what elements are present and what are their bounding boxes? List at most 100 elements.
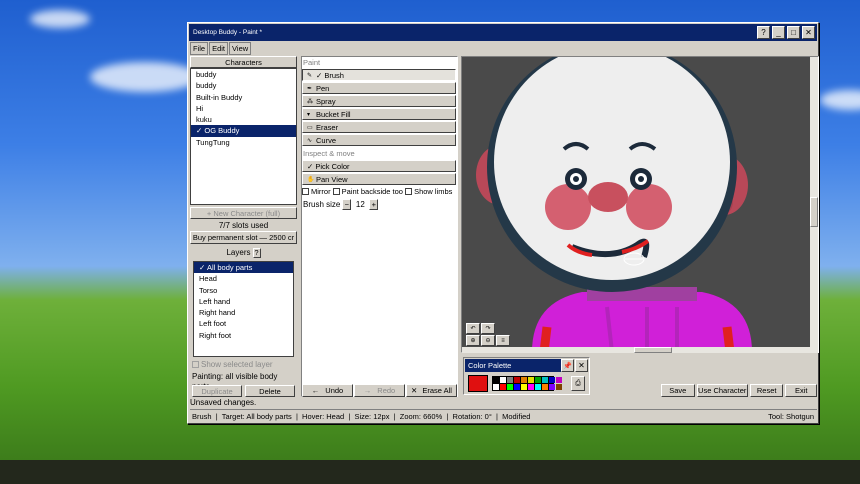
palette-swatch[interactable] <box>500 384 506 390</box>
palette-swatch[interactable] <box>549 377 555 383</box>
character-item[interactable]: buddy <box>191 69 296 80</box>
erase-all-button[interactable]: ✕ Erase All <box>406 384 457 397</box>
palette-swatch-grid[interactable] <box>492 376 562 391</box>
use-character-button[interactable]: Use Character <box>696 384 748 397</box>
character-item[interactable]: kuku <box>191 114 296 125</box>
character-item[interactable]: TungTung <box>191 137 296 148</box>
zoom-in-icon[interactable]: ⊕ <box>466 335 480 346</box>
palette-swatch[interactable] <box>514 377 520 383</box>
palette-swatch[interactable] <box>493 377 499 383</box>
palette-close-icon[interactable]: ✕ <box>575 359 588 372</box>
vertical-scroll-thumb[interactable] <box>810 197 818 227</box>
paint-canvas[interactable]: ↶ ↷ ⊕ ⊖ ≡ <box>461 56 819 353</box>
delete-layer-button[interactable]: Delete <box>245 385 295 397</box>
close-button[interactable]: ✕ <box>802 26 815 39</box>
palette-swatch[interactable] <box>500 377 506 383</box>
palette-swatch[interactable] <box>542 384 548 390</box>
rotate-left-icon[interactable]: ↶ <box>466 323 480 334</box>
status-text: Brush | Target: All body parts | Hover: … <box>192 412 531 421</box>
tool-pan-view[interactable]: ✋ Pan View <box>302 173 456 185</box>
printer-icon[interactable]: ⎙ <box>571 376 585 391</box>
palette-swatch[interactable] <box>507 377 513 383</box>
tool-curve[interactable]: ∿ Curve <box>302 134 456 146</box>
reset-view-icon[interactable]: ≡ <box>496 335 510 346</box>
tool-label: Eraser <box>316 122 339 132</box>
palette-swatch[interactable] <box>556 377 562 383</box>
character-item[interactable]: Hi <box>191 103 296 114</box>
window-title: Desktop Buddy - Paint * <box>193 29 263 36</box>
save-button[interactable]: Save <box>661 384 695 397</box>
exit-button[interactable]: Exit <box>785 384 818 397</box>
brush-size-value: 12 <box>355 199 365 209</box>
left-cheek-shape <box>545 184 591 230</box>
palette-swatch[interactable] <box>507 384 513 390</box>
menu-view[interactable]: View <box>229 42 252 55</box>
current-color-swatch[interactable] <box>468 375 488 392</box>
layers-help-button[interactable]: ? <box>252 247 261 258</box>
palette-swatch[interactable] <box>528 384 534 390</box>
help-button[interactable]: ? <box>757 26 770 39</box>
redo-button[interactable]: → Redo <box>354 384 405 397</box>
duplicate-layer-button[interactable]: Duplicate <box>192 385 242 397</box>
palette-swatch[interactable] <box>521 384 527 390</box>
vertical-scrollbar[interactable] <box>810 57 818 353</box>
layer-item-selected[interactable]: ✓ All body parts <box>194 262 293 274</box>
character-list[interactable]: buddy buddy Built-in Buddy Hi kuku ✓ OG … <box>190 68 297 205</box>
slots-used-label: 7/7 slots used <box>218 221 269 230</box>
tool-eraser[interactable]: ▭ Eraser <box>302 121 456 133</box>
layer-item[interactable]: Left foot <box>194 318 293 329</box>
horizontal-scroll-thumb[interactable] <box>634 347 672 353</box>
nose-shape <box>588 182 628 212</box>
tool-pen[interactable]: ✒ Pen <box>302 82 456 94</box>
checkbox-icon <box>332 188 340 195</box>
tool-label: ✓ Brush <box>316 70 344 80</box>
title-bar[interactable]: Desktop Buddy - Paint * ? _ □ ✕ <box>189 24 817 41</box>
palette-swatch[interactable] <box>535 377 541 383</box>
show-selected-layer-toggle[interactable]: Show selected layer <box>192 360 273 370</box>
menu-bar: File Edit View <box>190 42 252 55</box>
palette-swatch[interactable] <box>521 377 527 383</box>
palette-swatch[interactable] <box>556 384 562 390</box>
undo-icon: ← <box>311 386 320 395</box>
brush-size-label: Brush size <box>303 199 341 209</box>
bucket-icon: ▾ <box>307 111 311 118</box>
layer-item[interactable]: Torso <box>194 285 293 296</box>
minimize-button[interactable]: _ <box>772 26 785 39</box>
buy-slot-button[interactable]: Buy permanent slot — 2500 cr <box>190 231 297 244</box>
menu-edit[interactable]: Edit <box>209 42 229 55</box>
character-preview[interactable] <box>462 57 818 352</box>
palette-swatch[interactable] <box>549 384 555 390</box>
maximize-button[interactable]: □ <box>787 26 800 39</box>
undo-button[interactable]: ← Undo <box>302 384 353 397</box>
show-limbs-checkbox[interactable]: Show limbs <box>405 187 452 196</box>
palette-swatch[interactable] <box>542 377 548 383</box>
pin-icon[interactable]: 📌 <box>561 359 574 372</box>
brush-size-increase-button[interactable]: + <box>369 198 379 210</box>
tool-brush[interactable]: ✎ ✓ Brush <box>302 69 456 81</box>
character-item[interactable]: Built-in Buddy <box>191 92 296 103</box>
palette-swatch[interactable] <box>535 384 541 390</box>
horizontal-scrollbar[interactable] <box>462 347 810 353</box>
layer-item[interactable]: Right hand <box>194 307 293 318</box>
reset-button[interactable]: Reset <box>749 384 784 397</box>
character-item-selected[interactable]: ✓ OG Buddy <box>191 125 296 137</box>
palette-swatch[interactable] <box>493 384 499 390</box>
rotate-right-icon[interactable]: ↷ <box>481 323 495 334</box>
layer-item[interactable]: Left hand <box>194 296 293 307</box>
zoom-out-icon[interactable]: ⊖ <box>481 335 495 346</box>
new-character-button[interactable]: + New Character (full) <box>190 207 297 219</box>
palette-swatch[interactable] <box>528 377 534 383</box>
character-item[interactable]: buddy <box>191 80 296 91</box>
tool-pick-color[interactable]: ✓ Pick Color <box>302 160 456 172</box>
eraser-icon: ▭ <box>307 124 313 131</box>
layer-item[interactable]: Right foot <box>194 330 293 341</box>
mirror-checkbox[interactable]: Mirror <box>302 187 331 196</box>
layer-list[interactable]: ✓ All body parts Head Torso Left hand Ri… <box>193 261 294 357</box>
menu-file[interactable]: File <box>190 42 209 55</box>
brush-size-decrease-button[interactable]: − <box>342 198 352 210</box>
layer-item[interactable]: Head <box>194 273 293 284</box>
backside-checkbox[interactable]: Paint backside too <box>332 187 403 196</box>
palette-swatch[interactable] <box>514 384 520 390</box>
tool-bucket-fill[interactable]: ▾ Bucket Fill <box>302 108 456 120</box>
tool-spray[interactable]: ⁂ Spray <box>302 95 456 107</box>
